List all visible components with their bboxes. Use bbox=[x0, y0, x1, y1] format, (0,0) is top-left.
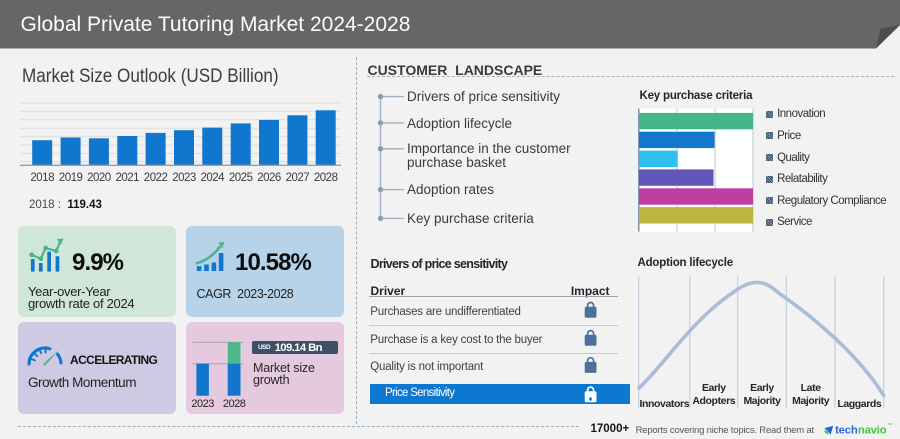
svg-text:2026: 2026 bbox=[257, 172, 281, 184]
svg-text:2025: 2025 bbox=[229, 172, 253, 184]
svg-text:tech: tech bbox=[835, 424, 858, 436]
svg-text:2027: 2027 bbox=[286, 172, 310, 184]
svg-text:2019: 2019 bbox=[59, 172, 83, 184]
svg-text:2018: 2018 bbox=[30, 172, 54, 184]
svg-text:navio: navio bbox=[858, 424, 887, 436]
svg-text:™: ™ bbox=[888, 423, 893, 429]
svg-text:2028: 2028 bbox=[223, 398, 246, 410]
svg-text:2028: 2028 bbox=[314, 172, 338, 184]
svg-text:2022: 2022 bbox=[144, 172, 168, 184]
svg-text:2021: 2021 bbox=[116, 172, 140, 184]
svg-text:2020: 2020 bbox=[87, 172, 111, 184]
svg-text:2024: 2024 bbox=[201, 172, 226, 184]
svg-text:2023: 2023 bbox=[172, 172, 196, 184]
svg-text:2023: 2023 bbox=[191, 398, 214, 410]
